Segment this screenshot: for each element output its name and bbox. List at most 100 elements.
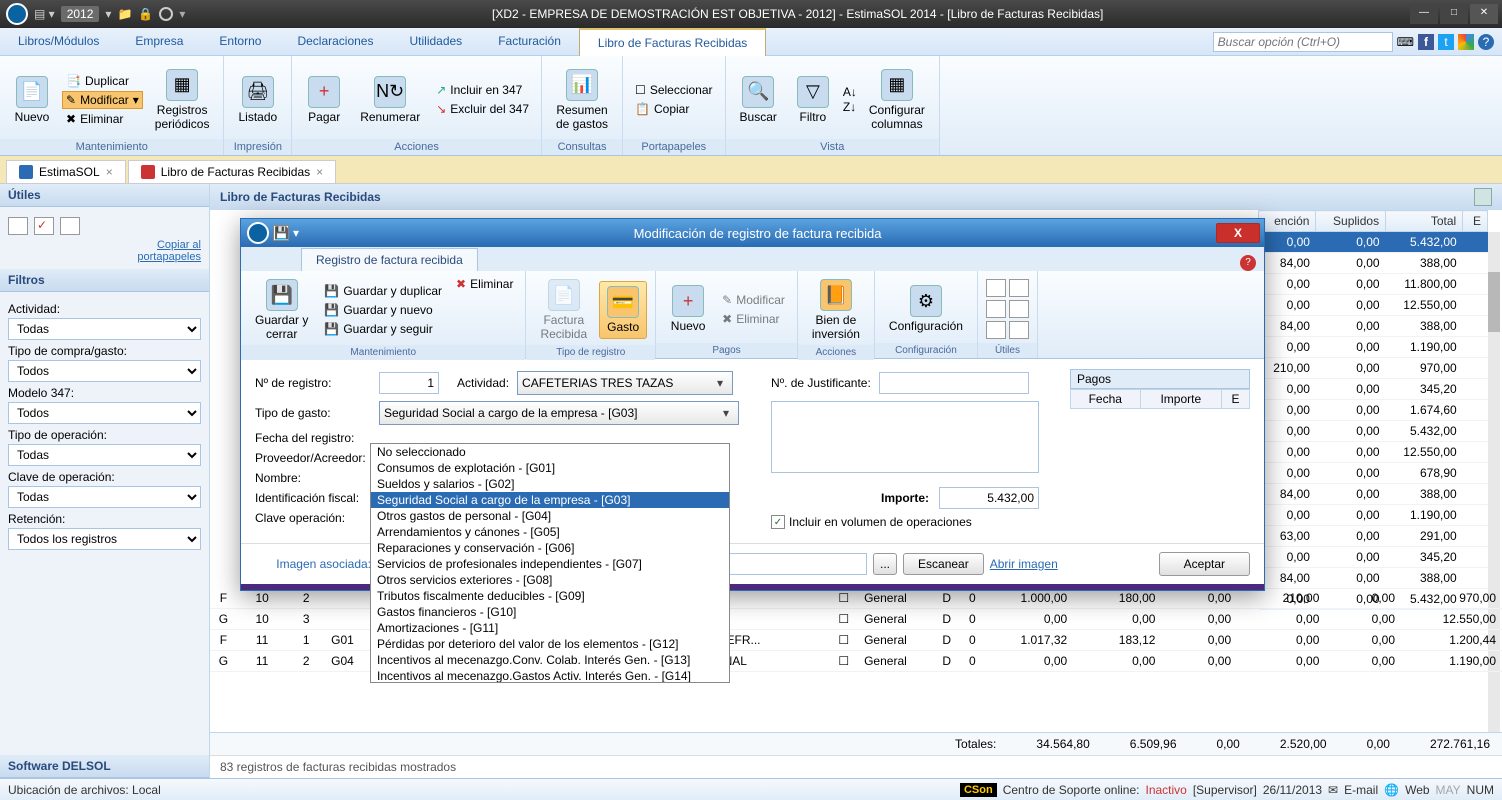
util-ic-1[interactable] [986, 279, 1006, 297]
qat-document-icon[interactable]: ▤ ▾ [34, 7, 55, 21]
pago-nuevo-button[interactable]: +Nuevo [664, 281, 712, 337]
table-row[interactable]: 84,000,00388,00 [1259, 316, 1488, 337]
duplicar-button[interactable]: 📑Duplicar [62, 72, 143, 90]
col-header[interactable]: E [1463, 211, 1488, 232]
dropdown-item[interactable]: Servicios de profesionales independiente… [371, 556, 729, 572]
dropdown-item[interactable]: Amortizaciones - [G11] [371, 620, 729, 636]
util-ic-3[interactable] [986, 300, 1006, 318]
table-row[interactable]: 210,000,00970,00 [1259, 358, 1488, 379]
dropdown-item[interactable]: Sueldos y salarios - [G02] [371, 476, 729, 492]
browse-button[interactable]: ... [873, 553, 897, 575]
google-icon[interactable] [1458, 34, 1474, 50]
util-ic-4[interactable] [1009, 300, 1029, 318]
menu-tab-4[interactable]: Utilidades [391, 28, 480, 56]
modal-tab-registro[interactable]: Registro de factura recibida [301, 248, 478, 271]
aceptar-button[interactable]: Aceptar [1159, 552, 1250, 576]
escanear-button[interactable]: Escanear [903, 553, 984, 575]
email-button[interactable]: E-mail [1344, 783, 1378, 797]
table-row[interactable]: 0,000,00678,90 [1259, 463, 1488, 484]
table-row[interactable]: 0,000,00345,20 [1259, 379, 1488, 400]
descripcion-textarea[interactable] [771, 401, 1039, 473]
close-tab-icon[interactable]: × [316, 165, 323, 179]
table-row[interactable]: 84,000,00388,00 [1259, 484, 1488, 505]
filter-select-5[interactable]: Todos los registros [8, 528, 201, 550]
factura-recibida-button[interactable]: 📄Factura Recibida [534, 275, 593, 345]
dropdown-item[interactable]: Arrendamientos y cánones - [G05] [371, 524, 729, 540]
table-row[interactable]: 0,000,00345,20 [1259, 547, 1488, 568]
menu-tab-2[interactable]: Entorno [201, 28, 279, 56]
filter-select-1[interactable]: Todos [8, 360, 201, 382]
eliminar-button[interactable]: ✖Eliminar [62, 110, 143, 128]
guardar-cerrar-button[interactable]: 💾Guardar y cerrar [249, 275, 314, 345]
col-header[interactable]: Total [1386, 211, 1463, 232]
dropdown-item[interactable]: Gastos financieros - [G10] [371, 604, 729, 620]
reload-icon[interactable] [1474, 188, 1492, 206]
filter-select-0[interactable]: Todas [8, 318, 201, 340]
util-ic-5[interactable] [986, 321, 1006, 339]
nuevo-button[interactable]: 📄Nuevo [8, 72, 56, 128]
menu-tab-5[interactable]: Facturación [480, 28, 579, 56]
dropdown-item[interactable]: Incentivos al mecenazgo.Conv. Colab. Int… [371, 652, 729, 668]
table-row[interactable]: 63,000,00291,00 [1259, 526, 1488, 547]
doc-tab-0[interactable]: EstimaSOL× [6, 160, 126, 183]
guardar-nuevo-button[interactable]: 💾Guardar y nuevo [320, 301, 446, 319]
incluir-347-button[interactable]: ↗Incluir en 347 [432, 81, 533, 99]
pagos-table[interactable]: Fecha Importe E [1070, 389, 1250, 409]
importe-input[interactable] [939, 487, 1039, 509]
copiar-button[interactable]: 📋Copiar [631, 100, 716, 118]
renumerar-button[interactable]: N↻Renumerar [354, 72, 426, 128]
dropdown-item[interactable]: No seleccionado [371, 444, 729, 460]
modal-save-icon[interactable]: 💾 [273, 225, 289, 241]
tipo-gasto-combo[interactable]: Seguridad Social a cargo de la empresa -… [379, 401, 739, 425]
dropdown-item[interactable]: Incentivos al mecenazgo.Gastos Activ. In… [371, 668, 729, 683]
help-icon[interactable]: ? [1478, 34, 1494, 50]
menu-tab-1[interactable]: Empresa [117, 28, 201, 56]
qat-lock-icon[interactable]: 🔒 [138, 7, 153, 21]
search-input[interactable] [1213, 32, 1393, 52]
maximize-button[interactable]: □ [1440, 4, 1468, 24]
table-row[interactable]: 0,000,005.432,00 [1259, 421, 1488, 442]
seleccionar-button[interactable]: ☐Seleccionar [631, 81, 716, 99]
modificar-button[interactable]: ✎Modificar▾ [62, 91, 143, 109]
pago-eliminar-button[interactable]: ✖Eliminar [718, 310, 789, 328]
actividad-combo[interactable]: CAFETERIAS TRES TAZAS▾ [517, 371, 733, 395]
util-ic-2[interactable] [1009, 279, 1029, 297]
menu-tab-6[interactable]: Libro de Facturas Recibidas [579, 28, 766, 56]
dropdown-item[interactable]: Consumos de explotación - [G01] [371, 460, 729, 476]
filter-select-4[interactable]: Todas [8, 486, 201, 508]
close-button[interactable]: ✕ [1470, 4, 1498, 24]
util-ic-6[interactable] [1009, 321, 1029, 339]
menu-tab-0[interactable]: Libros/Módulos [0, 28, 117, 56]
col-header[interactable]: ención [1259, 211, 1316, 232]
keyboard-icon[interactable]: ⌨ [1397, 35, 1414, 49]
invoice-grid[interactable]: enciónSuplidosTotalE 0,000,005.432,0084,… [1258, 210, 1488, 610]
bien-inversion-button[interactable]: 📙Bien de inversión [806, 275, 866, 345]
close-tab-icon[interactable]: × [106, 165, 113, 179]
pagar-button[interactable]: +Pagar [300, 72, 348, 128]
modal-help-icon[interactable]: ? [1240, 255, 1256, 271]
qat-folder-icon[interactable]: 📁 [117, 7, 132, 21]
guardar-seguir-button[interactable]: 💾Guardar y seguir [320, 320, 446, 338]
table-row[interactable]: 0,000,001.190,00 [1259, 337, 1488, 358]
dropdown-item[interactable]: Pérdidas por deterioro del valor de los … [371, 636, 729, 652]
registros-periodicos-button[interactable]: ▦Registros periódicos [149, 65, 216, 135]
table-row[interactable]: 0,000,005.432,00 [1259, 232, 1488, 253]
qat-circle-icon[interactable] [159, 7, 173, 21]
incluir-checkbox[interactable]: ✓ [771, 515, 785, 529]
grid-icon[interactable] [60, 217, 80, 235]
filtro-button[interactable]: ▽Filtro [789, 72, 837, 128]
web-button[interactable]: Web [1405, 783, 1429, 797]
abrir-imagen-link[interactable]: Abrir imagen [990, 557, 1058, 571]
configurar-columnas-button[interactable]: ▦Configurar columnas [863, 65, 931, 135]
modal-close-button[interactable]: X [1216, 223, 1260, 243]
table-row[interactable]: 84,000,00388,00 [1259, 253, 1488, 274]
col-header[interactable]: Suplidos [1316, 211, 1386, 232]
table-row[interactable]: 84,000,00388,00 [1259, 568, 1488, 589]
facebook-icon[interactable]: f [1418, 34, 1434, 50]
dropdown-item[interactable]: Seguridad Social a cargo de la empresa -… [371, 492, 729, 508]
pago-modificar-button[interactable]: ✎Modificar [718, 291, 789, 309]
dropdown-item[interactable]: Otros servicios exteriores - [G08] [371, 572, 729, 588]
tipo-gasto-dropdown[interactable]: No seleccionadoConsumos de explotación -… [370, 443, 730, 683]
n-registro-input[interactable] [379, 372, 439, 394]
sort-asc-icon[interactable]: A↓ [843, 85, 857, 99]
